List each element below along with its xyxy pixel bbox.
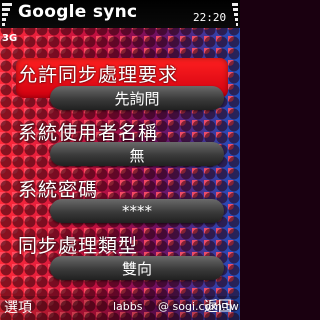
setting-value-sync-type: 雙向 — [121, 260, 152, 278]
setting-label-username[interactable]: 系統使用者名稱 — [18, 118, 158, 145]
signal-strength-icon — [2, 3, 12, 27]
back-softkey[interactable]: 返回 — [204, 296, 232, 316]
setting-value-password: **** — [122, 202, 152, 220]
network-type-label: 3G — [2, 33, 18, 44]
setting-label-sync-type[interactable]: 同步處理類型 — [18, 231, 138, 258]
setting-label-password[interactable]: 系統密碼 — [18, 175, 98, 202]
battery-icon — [232, 3, 238, 27]
setting-value-sync-request: 先詢問 — [114, 90, 160, 108]
middle-softkey-label: labbs — [113, 300, 143, 313]
setting-value-username: 無 — [129, 147, 145, 165]
app-title: Google sync — [18, 2, 138, 22]
options-softkey[interactable]: 選項 — [4, 297, 32, 317]
clock: 22:20 — [193, 11, 227, 24]
setting-label-sync-request[interactable]: 允許同步處理要求 — [18, 60, 178, 87]
